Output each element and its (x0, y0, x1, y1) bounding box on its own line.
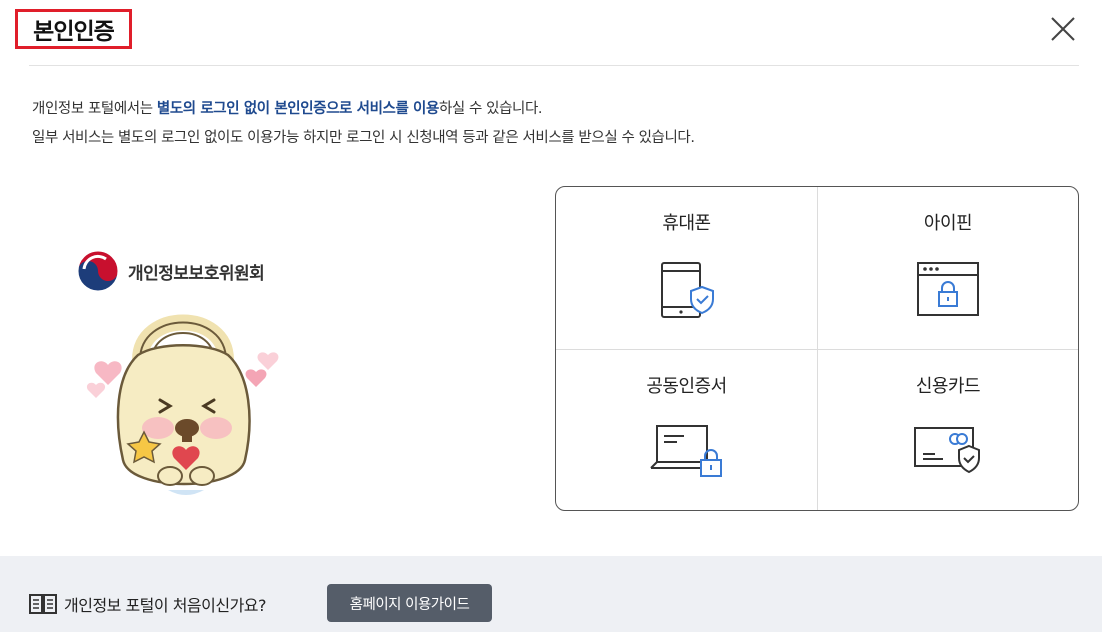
auth-method-credit-card-label: 신용카드 (915, 375, 981, 397)
intro-line-1-suffix: 하실 수 있습니다. (438, 101, 543, 117)
header-divider (29, 65, 1079, 66)
auth-method-ipin-label: 아이핀 (923, 213, 973, 234)
auth-method-certificate[interactable]: 공동인증서 (556, 348, 817, 511)
mobile-phone-shield-icon (660, 262, 714, 318)
auth-method-credit-card[interactable]: 신용카드 (817, 348, 1078, 510)
homepage-guide-button[interactable]: 홈페이지 이용가이드 (327, 584, 492, 622)
intro-text: 개인정보 포털에서는 별도의 로그인 없이 본인인증으로 서비스를 이용하실 수… (32, 95, 695, 153)
pipc-logo: 개인정보보호위원회 (76, 249, 265, 293)
auth-methods-grid: 휴대폰 아이핀 공동인증서 신용카드 (555, 186, 1079, 511)
page-title-box: 본인인증 (15, 9, 132, 49)
browser-lock-icon (917, 262, 979, 316)
auth-method-ipin[interactable]: 아이핀 (817, 187, 1078, 349)
close-icon[interactable] (1046, 12, 1080, 46)
auth-method-mobile[interactable]: 휴대폰 (556, 187, 817, 349)
intro-line-1: 개인정보 포털에서는 별도의 로그인 없이 본인인증으로 서비스를 이용하실 수… (32, 95, 695, 124)
mascot-lock-character-icon (86, 314, 279, 495)
footer-question: 개인정보 포털이 처음이신가요? (64, 596, 267, 615)
open-book-icon (29, 594, 57, 614)
logo-text: 개인정보보호위원회 (128, 263, 265, 284)
intro-line-2: 일부 서비스는 별도의 로그인 없이도 이용가능 하지만 로그인 시 신청내역 … (32, 130, 695, 146)
credit-card-shield-icon (914, 426, 980, 473)
intro-highlight: 별도의 로그인 없이 본인인증으로 서비스를 이용 (156, 101, 439, 117)
footer-bar: 개인정보 포털이 처음이신가요? 홈페이지 이용가이드 (0, 556, 1102, 632)
laptop-lock-icon (649, 424, 722, 477)
intro-line-1-prefix: 개인정보 포털에서는 (32, 101, 157, 117)
auth-method-mobile-label: 휴대폰 (662, 213, 711, 234)
taegeuk-emblem-icon (77, 250, 119, 292)
auth-method-certificate-label: 공동인증서 (646, 375, 727, 397)
page-title: 본인인증 (33, 19, 115, 45)
